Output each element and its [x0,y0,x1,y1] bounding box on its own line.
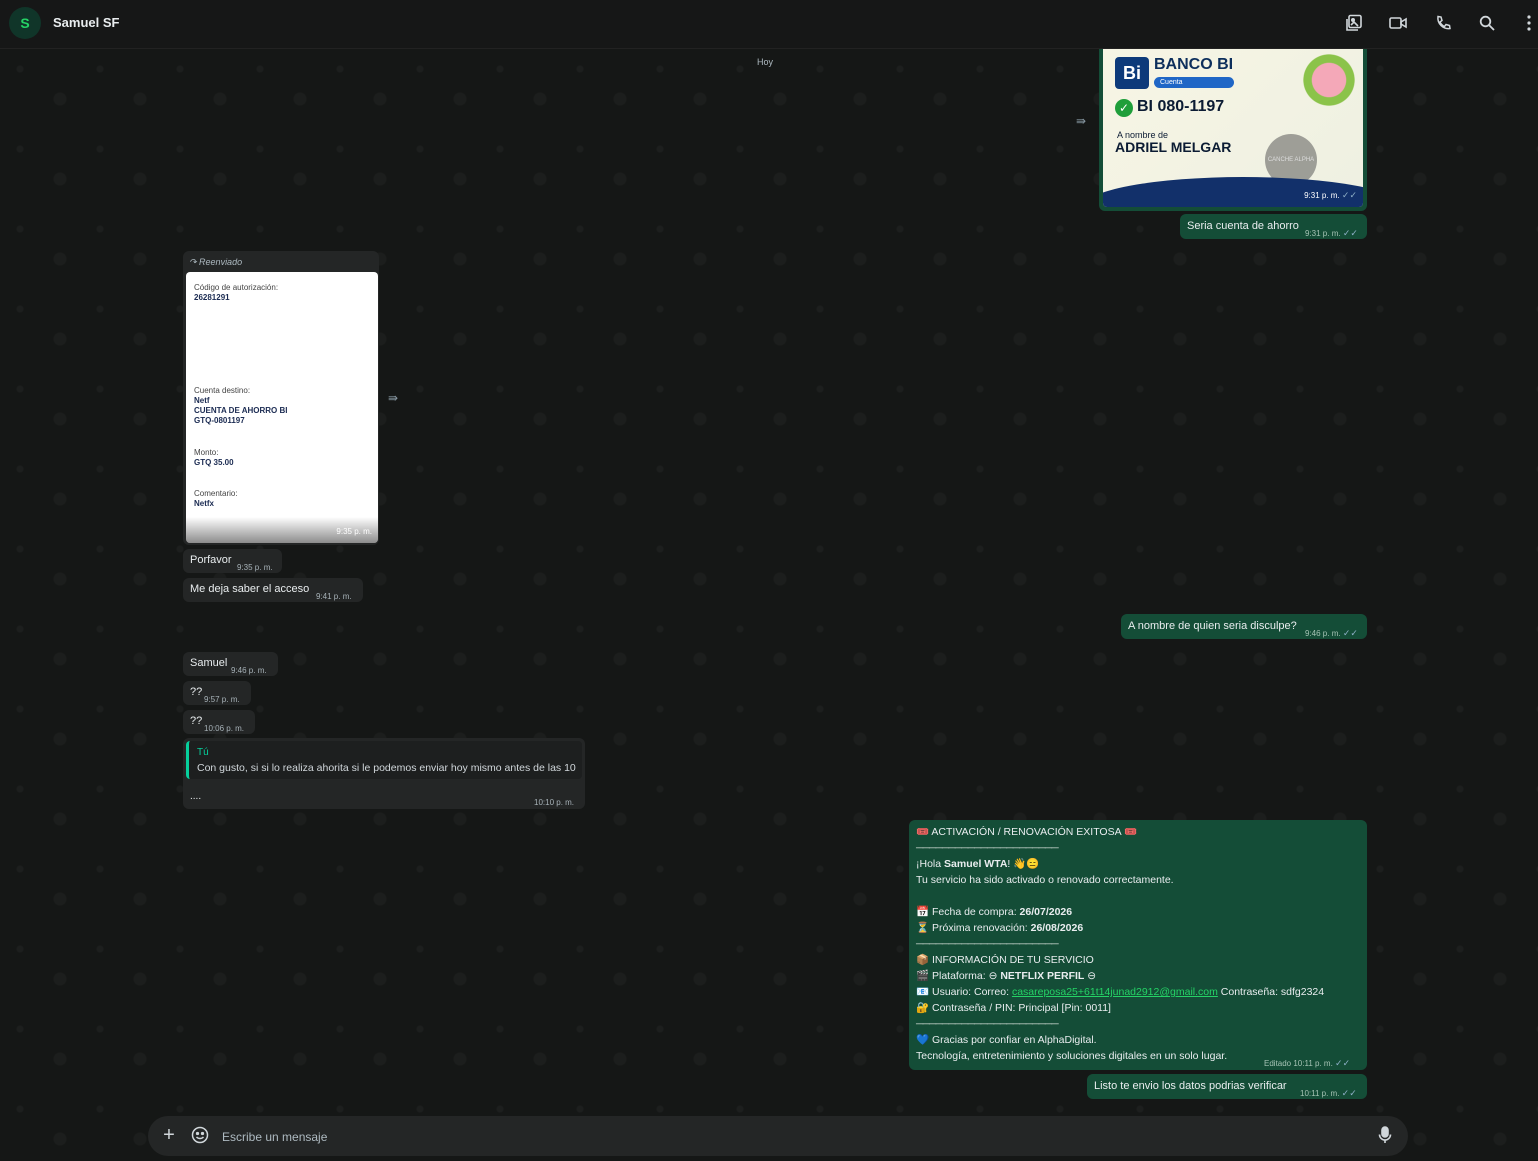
message-text: .... [190,791,202,802]
platform-line: 🎬 Plataforma: ⊖ NETFLIX PERFIL ⊖ [916,970,1097,982]
tagline: Tecnología, entretenimiento y soluciones… [916,1050,1228,1062]
forwarded-image-message[interactable]: ↷ Reenviado Código de autorización: 2628… [183,251,379,545]
message-text: ?? [190,686,203,698]
image-message[interactable]: Bi BANCO BI Cuenta ✓ BI 080-1197 A nombr… [1099,49,1367,211]
message-text: Porfavor [190,554,232,566]
message-time: 9:57 p. m. [204,695,240,704]
dest-line: GTQ-0801197 [194,416,245,425]
message-time: 9:46 p. m. [231,666,267,675]
user-line: 📧 Usuario: Correo: casareposa25+61t14jun… [916,986,1325,998]
message-bubble[interactable]: Me deja saber el acceso 9:41 p. m. [183,578,363,602]
avatar[interactable]: S [9,7,41,39]
activation-title: 🎟️ ACTIVACIÓN / RENOVACIÓN EXITOSA 🎟️ [916,826,1138,838]
message-time: 9:31 p. m. ✓✓ [1304,190,1357,200]
piggy-bank-icon [1303,53,1355,113]
account-holder: ADRIEL MELGAR [1115,139,1232,155]
quoted-message[interactable]: Tú Con gusto, si si lo realiza ahorita s… [186,741,582,779]
sticker-icon[interactable] [191,1126,209,1149]
message-bubble[interactable]: Listo te envio los datos podrias verific… [1087,1074,1367,1099]
email-link[interactable]: casareposa25+61t14junad2912@gmail.com [1012,986,1218,998]
reply-message[interactable]: Tú Con gusto, si si lo realiza ahorita s… [183,738,585,809]
search-icon[interactable] [1476,12,1498,34]
message-text: Samuel [190,657,228,669]
message-text: Me deja saber el acceso [190,583,310,595]
read-ticks-icon: ✓✓ [1341,190,1357,200]
day-chip: Hoy [757,57,774,67]
message-text: Listo te envio los datos podrias verific… [1094,1080,1287,1092]
quote-author: Tú [197,747,209,758]
forward-icon[interactable]: ⇛ [1076,114,1086,128]
message-time: Editado 10:11 p. m. ✓✓ [1264,1058,1351,1068]
check-icon: ✓ [1115,99,1133,117]
message-text: Seria cuenta de ahorro [1187,220,1299,232]
phone-icon[interactable] [1432,12,1454,34]
quote-text: Con gusto, si si lo realiza ahorita si l… [197,762,576,774]
message-bubble[interactable]: Samuel 9:46 p. m. [183,652,278,676]
account-badge: Cuenta [1154,77,1234,88]
message-text: A nombre de quien seria disculpe? [1128,620,1297,632]
gallery-icon[interactable] [1343,12,1365,34]
message-time: 10:10 p. m. [534,798,575,807]
service-line: Tu servicio ha sido activado o renovado … [916,874,1174,886]
activation-message[interactable]: 🎟️ ACTIVACIÓN / RENOVACIÓN EXITOSA 🎟️ ──… [909,820,1367,1070]
thanks-line: 💙 Gracias por confiar en AlphaDigital. [916,1034,1097,1046]
message-bubble[interactable]: ?? 10:06 p. m. [183,710,255,734]
account-number: BI 080-1197 [1137,98,1225,115]
divider-line: ────────────────────── [916,842,1059,854]
message-bubble[interactable]: ?? 9:57 p. m. [183,681,251,705]
message-time: 9:41 p. m. [316,592,352,601]
bank-logo: Bi [1115,57,1149,89]
read-ticks-icon: ✓✓ [1342,628,1358,638]
message-bubble[interactable]: Porfavor 9:35 p. m. [183,549,282,573]
bank-image[interactable]: Bi BANCO BI Cuenta ✓ BI 080-1197 A nombr… [1103,49,1363,207]
renewal-date: ⏳ Próxima renovación: 26/08/2026 [916,922,1084,934]
menu-icon[interactable] [1520,12,1538,34]
pin-line: 🔐 Contraseña / PIN: Principal [Pin: 0011… [916,1002,1111,1014]
message-time: 10:06 p. m. [204,724,245,733]
message-time: 9:46 p. m. ✓✓ [1305,628,1358,638]
microphone-icon[interactable] [1378,1126,1392,1149]
message-composer: + [148,1116,1408,1156]
message-text: ?? [190,715,203,727]
read-ticks-icon: ✓✓ [1342,228,1358,238]
contact-name[interactable]: Samuel SF [53,15,119,30]
forward-icon[interactable]: ⇛ [388,391,398,405]
video-call-icon[interactable] [1387,12,1409,34]
message-time: 9:31 p. m. ✓✓ [1305,228,1358,238]
message-time: 9:35 p. m. [336,527,372,536]
receipt-image[interactable]: Código de autorización: 26281291 Cuenta … [186,272,378,543]
greeting: ¡Hola Samuel WTA! 👋😑 [916,858,1040,870]
message-time: 9:35 p. m. [237,563,273,572]
divider-line: ────────────────────── [916,1018,1059,1030]
divider-line: ────────────────────── [916,938,1059,950]
read-ticks-icon: ✓✓ [1341,1088,1357,1098]
chat-header: S Samuel SF [0,0,1538,49]
plus-icon[interactable]: + [160,1125,178,1145]
auth-code: 26281291 [194,293,230,302]
bank-name: BANCO BI [1154,56,1234,73]
info-title: 📦 INFORMACIÓN DE TU SERVICIO [916,954,1094,966]
message-time: 10:11 p. m. ✓✓ [1300,1088,1357,1098]
message-bubble[interactable]: A nombre de quien seria disculpe? 9:46 p… [1121,614,1367,639]
message-bubble[interactable]: Seria cuenta de ahorro 9:31 p. m. ✓✓ [1180,214,1367,239]
forwarded-label: ↷ Reenviado [189,257,243,267]
read-ticks-icon: ✓✓ [1335,1058,1351,1068]
comment-value: Netfx [194,499,215,508]
message-input[interactable] [220,1125,1324,1149]
amount-value: GTQ 35.00 [194,458,234,467]
purchase-date: 📅 Fecha de compra: 26/07/2026 [916,906,1073,918]
